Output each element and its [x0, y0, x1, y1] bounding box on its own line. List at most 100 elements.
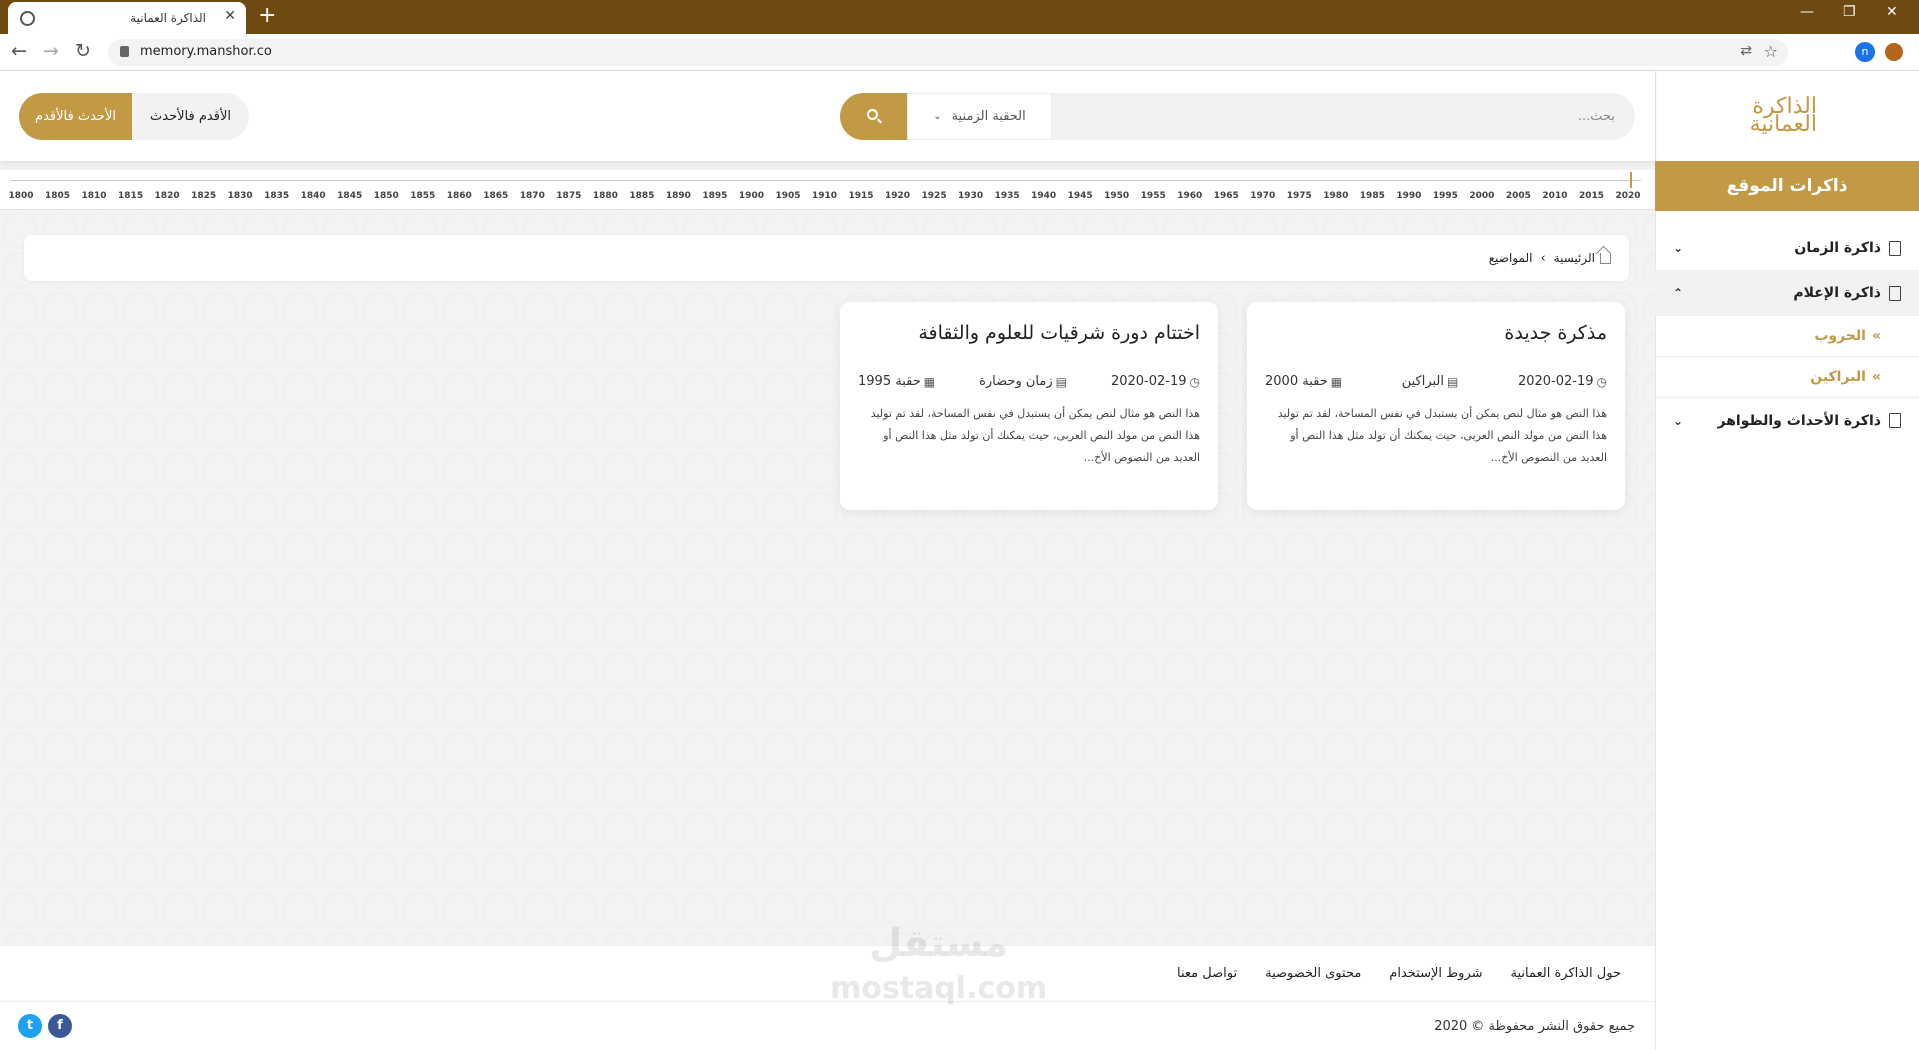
timeline-year[interactable]: 1950: [1104, 191, 1129, 201]
forward-icon[interactable]: →: [43, 40, 59, 62]
extension-icon[interactable]: [1885, 43, 1903, 61]
breadcrumb-home[interactable]: الرئيسية: [1554, 251, 1595, 265]
era-select[interactable]: الحقبة الزمنية ⌄: [907, 93, 1052, 140]
timeline-year[interactable]: 1925: [922, 191, 947, 201]
footer-link-about[interactable]: حول الذاكرة العمانية: [1511, 966, 1621, 981]
memory-card[interactable]: مذكرة جديدة ◷ 2020-02-19 ▤ البراكين ▦ حقبة …: [1247, 302, 1625, 510]
timeline-year[interactable]: 1830: [228, 191, 253, 201]
facebook-icon[interactable]: f: [48, 1014, 72, 1038]
timeline-year[interactable]: 1900: [739, 191, 764, 201]
sort-oldest-button[interactable]: الأقدم فالأحدث: [132, 93, 249, 140]
timeline-year[interactable]: 1805: [45, 191, 70, 201]
chevron-up-icon[interactable]: ⌃: [1673, 286, 1683, 300]
close-window-icon[interactable]: ✕: [1886, 4, 1898, 20]
sidebar-subitem-label: الحروب: [1814, 328, 1866, 344]
close-tab-icon[interactable]: ✕: [224, 8, 236, 24]
timeline-year[interactable]: 1870: [520, 191, 545, 201]
timeline-year[interactable]: 1880: [593, 191, 618, 201]
timeline-year[interactable]: 2005: [1506, 191, 1531, 201]
timeline-year[interactable]: 2000: [1469, 191, 1494, 201]
profile-avatar[interactable]: n: [1855, 42, 1875, 62]
timeline-year[interactable]: 2020: [1615, 191, 1640, 201]
timeline-year[interactable]: 1840: [301, 191, 326, 201]
footer-link-contact[interactable]: تواصل معنا: [1177, 966, 1237, 981]
timeline-year[interactable]: 1960: [1177, 191, 1202, 201]
search-input[interactable]: [1052, 93, 1635, 140]
card-title[interactable]: مذكرة جديدة: [1265, 322, 1607, 344]
timeline-year[interactable]: 1980: [1323, 191, 1348, 201]
timeline-year[interactable]: 1945: [1068, 191, 1093, 201]
star-icon[interactable]: ☆: [1764, 42, 1778, 61]
new-tab-button[interactable]: +: [258, 3, 276, 28]
reload-icon[interactable]: ↻: [75, 40, 91, 62]
timeline-slider[interactable]: 2020 2015 2010 2005 2000 1995 1990 1985 1980 1975…: [0, 170, 1655, 210]
minimize-icon[interactable]: —: [1800, 4, 1814, 20]
timeline-year[interactable]: 1955: [1141, 191, 1166, 201]
timeline-year[interactable]: 1800: [8, 191, 33, 201]
timeline-year[interactable]: 1865: [483, 191, 508, 201]
timeline-year[interactable]: 1905: [775, 191, 800, 201]
timeline-year[interactable]: 1940: [1031, 191, 1056, 201]
timeline-year[interactable]: 1895: [702, 191, 727, 201]
restore-icon[interactable]: ❐: [1843, 4, 1856, 20]
omnibox[interactable]: memory.manshor.co ⇄ ☆: [108, 39, 1788, 66]
watermark-latin: mostaql.com: [830, 971, 1048, 1006]
timeline-year[interactable]: 1935: [995, 191, 1020, 201]
timeline-year[interactable]: 1915: [848, 191, 873, 201]
card-category[interactable]: ▤ البراكين: [1402, 374, 1459, 389]
timeline-year[interactable]: 1845: [337, 191, 362, 201]
timeline-year[interactable]: 1995: [1433, 191, 1458, 201]
timeline-year[interactable]: 1975: [1287, 191, 1312, 201]
sidebar-menu: ذاكرة الزمان ⌄ ذاكرة الإعلام ⌃ » الحروب …: [1655, 226, 1919, 443]
browser-tabbar: الذاكرة العمانية ✕ + — ❐ ✕: [0, 0, 1919, 34]
sidebar-item-time-memory[interactable]: ذاكرة الزمان ⌄: [1655, 226, 1919, 271]
browser-tab[interactable]: الذاكرة العمانية ✕: [8, 2, 246, 34]
timeline-year[interactable]: 1810: [82, 191, 107, 201]
card-era[interactable]: ▦ حقبة 2000: [1265, 374, 1342, 389]
twitter-icon[interactable]: t: [18, 1014, 42, 1038]
sidebar-item-events-memory[interactable]: ذاكرة الأحداث والظواهر ⌄: [1655, 398, 1919, 443]
timeline-year[interactable]: 1920: [885, 191, 910, 201]
timeline-year[interactable]: 1890: [666, 191, 691, 201]
footer-link-privacy[interactable]: محتوى الخصوصية: [1265, 966, 1361, 981]
memory-card[interactable]: اختتام دورة شرقيات للعلوم والثقافة ◷ 2020…: [840, 302, 1218, 510]
document-icon: ▤: [1447, 374, 1459, 389]
sidebar-subitem-volcanoes[interactable]: » البراكين: [1655, 357, 1919, 398]
timeline-year[interactable]: 1850: [374, 191, 399, 201]
timeline-year[interactable]: 1885: [629, 191, 654, 201]
url-text[interactable]: memory.manshor.co: [140, 44, 272, 59]
chevron-down-icon[interactable]: ⌄: [1673, 241, 1683, 255]
search-button[interactable]: [840, 93, 907, 140]
timeline-year[interactable]: 1820: [155, 191, 180, 201]
timeline-year[interactable]: 2010: [1542, 191, 1567, 201]
timeline-year[interactable]: 1855: [410, 191, 435, 201]
sidebar-subitem-wars[interactable]: » الحروب: [1655, 316, 1919, 357]
sidebar-subitem-label: البراكين: [1810, 369, 1866, 385]
timeline-year[interactable]: 1875: [556, 191, 581, 201]
timeline-handle[interactable]: [1630, 172, 1632, 188]
back-icon[interactable]: ←: [11, 40, 27, 62]
document-icon: [1889, 285, 1901, 301]
timeline-year[interactable]: 1860: [447, 191, 472, 201]
sidebar-item-media-memory[interactable]: ذاكرة الإعلام ⌃: [1655, 271, 1919, 316]
timeline-year[interactable]: 1965: [1214, 191, 1239, 201]
timeline-year[interactable]: 1910: [812, 191, 837, 201]
timeline-year[interactable]: 1835: [264, 191, 289, 201]
site-logo[interactable]: الذاكرة العمانية: [1655, 71, 1919, 161]
card-era[interactable]: ▦ حقبة 1995: [858, 374, 935, 389]
timeline-year[interactable]: 1825: [191, 191, 216, 201]
translate-icon[interactable]: ⇄: [1740, 43, 1752, 59]
footer-link-terms[interactable]: شروط الإستخدام: [1389, 966, 1482, 981]
clock-icon: ◷: [1189, 374, 1200, 389]
timeline-year[interactable]: 2015: [1579, 191, 1604, 201]
sort-newest-button[interactable]: الأحدث فالأقدم: [19, 93, 132, 140]
timeline-year[interactable]: 1930: [958, 191, 983, 201]
timeline-year[interactable]: 1985: [1360, 191, 1385, 201]
home-icon[interactable]: [1600, 252, 1611, 264]
timeline-year[interactable]: 1815: [118, 191, 143, 201]
card-title[interactable]: اختتام دورة شرقيات للعلوم والثقافة: [858, 322, 1200, 344]
timeline-year[interactable]: 1970: [1250, 191, 1275, 201]
card-category[interactable]: ▤ زمان وحضارة: [979, 374, 1067, 389]
chevron-down-icon[interactable]: ⌄: [1673, 414, 1683, 428]
timeline-year[interactable]: 1990: [1396, 191, 1421, 201]
